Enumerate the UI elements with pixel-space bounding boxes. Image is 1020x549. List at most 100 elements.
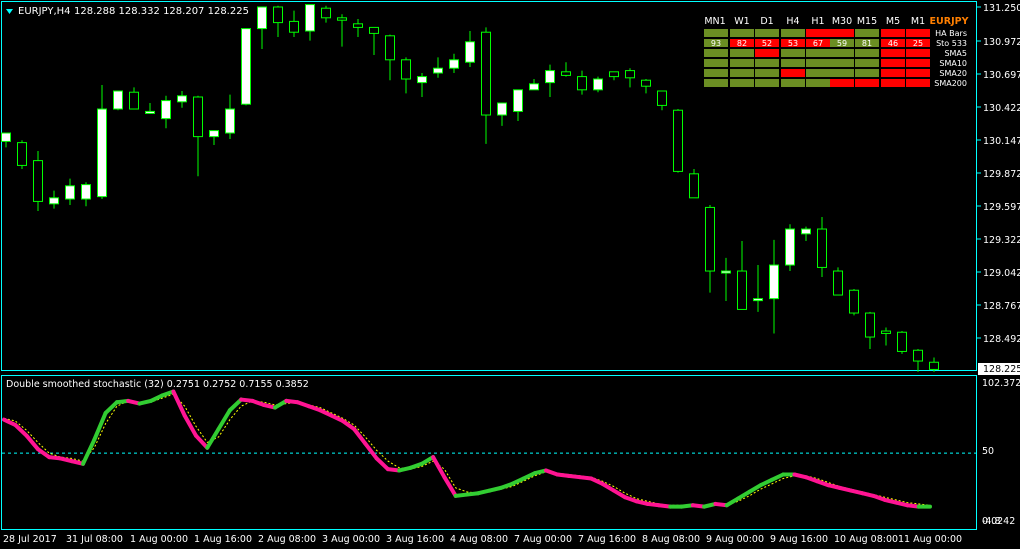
candle-body	[353, 23, 363, 28]
candle-body	[65, 185, 75, 200]
candle-body	[193, 96, 203, 138]
time-axis[interactable]: 28 Jul 2017 31 Jul 08:00 1 Aug 00:00 1 A…	[3, 534, 962, 545]
trend-cell	[906, 79, 930, 87]
tf-header: W1	[734, 16, 749, 27]
candle	[593, 76, 603, 93]
trend-cell	[704, 69, 728, 77]
time-label: 10 Aug 08:00	[834, 534, 898, 545]
candle-body	[33, 160, 43, 202]
price-label: 130.972	[983, 37, 1020, 48]
candle-body	[305, 4, 315, 32]
trend-cell-value: 53	[788, 39, 798, 48]
panel-symbol: EURJPY	[930, 16, 969, 27]
tf-header: H1	[811, 16, 824, 27]
trend-cell-value: 67	[813, 39, 823, 48]
trend-cell	[704, 49, 728, 57]
indicator-title: Double smoothed stochastic (32) 0.2751 0…	[6, 379, 309, 390]
candle-body	[81, 184, 91, 200]
candle	[689, 169, 699, 199]
candle-body	[785, 228, 795, 266]
candle-body	[337, 17, 347, 21]
trend-cell	[830, 69, 854, 77]
tf-header: M15	[857, 16, 877, 27]
trend-cell	[855, 49, 879, 57]
symbol-timeframe[interactable]: EURJPY,H4	[18, 6, 71, 17]
time-label: 11 Aug 00:00	[898, 534, 962, 545]
trend-cell	[781, 49, 805, 57]
candle-body	[401, 59, 411, 80]
trend-cell-value: 59	[837, 39, 847, 48]
candle	[897, 331, 907, 354]
trend-cell	[906, 69, 930, 77]
row-label: SMA20	[939, 69, 967, 78]
time-label: 1 Aug 00:00	[130, 534, 188, 545]
trend-cell	[906, 29, 930, 37]
candle-body	[433, 67, 443, 74]
trend-cell	[730, 49, 754, 57]
candle-body	[97, 108, 107, 198]
trend-cell-value: 93	[711, 39, 721, 48]
trend-cell-value: 81	[862, 39, 872, 48]
trend-cell	[881, 59, 905, 67]
row-label: SMA200	[934, 79, 967, 88]
tf-header: M30	[832, 16, 852, 27]
candle	[833, 267, 843, 296]
time-label: 3 Aug 16:00	[386, 534, 444, 545]
candle-body	[449, 59, 459, 69]
trend-cell	[855, 29, 879, 37]
trend-cell	[755, 69, 779, 77]
time-label: 7 Aug 16:00	[578, 534, 636, 545]
chart-window: EURJPY,H4 128.288 128.332 128.207 128.22…	[0, 0, 1020, 549]
candle	[673, 109, 683, 173]
trend-cell	[906, 49, 930, 57]
price-label: 129.042	[983, 268, 1020, 279]
candle-body	[257, 6, 267, 30]
trend-cell	[806, 29, 830, 37]
candle-body	[177, 95, 187, 103]
candle-body	[481, 31, 491, 116]
candle-body	[561, 71, 571, 76]
tf-header: M5	[886, 16, 900, 27]
candle-body	[753, 298, 763, 302]
time-label: 28 Jul 2017	[3, 534, 57, 545]
candle	[785, 224, 795, 272]
candle-body	[609, 71, 619, 78]
price-label: 128.767	[983, 301, 1020, 312]
trend-cell-value: 52	[762, 39, 772, 48]
row-label: SMA5	[944, 49, 967, 58]
main-header: EURJPY,H4 128.288 128.332 128.207 128.22…	[6, 6, 249, 17]
trend-cell	[806, 69, 830, 77]
candle-body	[369, 26, 379, 34]
time-label: 9 Aug 16:00	[770, 534, 828, 545]
trend-cell	[730, 59, 754, 67]
time-label: 31 Jul 08:00	[66, 534, 123, 545]
candle-body	[913, 349, 923, 362]
candle-body	[145, 110, 155, 114]
trend-cell	[755, 79, 779, 87]
trend-cell	[830, 59, 854, 67]
candle-body	[225, 108, 235, 134]
candle-body	[929, 361, 939, 370]
price-label: 128.492	[983, 334, 1020, 345]
trend-cell	[830, 79, 854, 87]
trend-cell	[755, 29, 779, 37]
candle-body	[593, 78, 603, 91]
trend-cell	[755, 49, 779, 57]
indicator-axis-mid: 50	[982, 446, 994, 457]
tf-header: H4	[786, 16, 799, 27]
time-label: 9 Aug 00:00	[706, 534, 764, 545]
trend-cell	[881, 49, 905, 57]
candle	[113, 90, 123, 111]
candle-body	[385, 35, 395, 61]
trend-cell	[730, 29, 754, 37]
candle-body	[769, 264, 779, 300]
price-label: 129.597	[983, 202, 1020, 213]
trend-cell	[806, 59, 830, 67]
candle	[17, 140, 27, 170]
candle-body	[289, 20, 299, 33]
candle-body	[625, 70, 635, 79]
trend-cell	[881, 29, 905, 37]
candle-body	[577, 76, 587, 91]
price-label: 129.322	[983, 235, 1020, 246]
trend-cell	[806, 49, 830, 57]
